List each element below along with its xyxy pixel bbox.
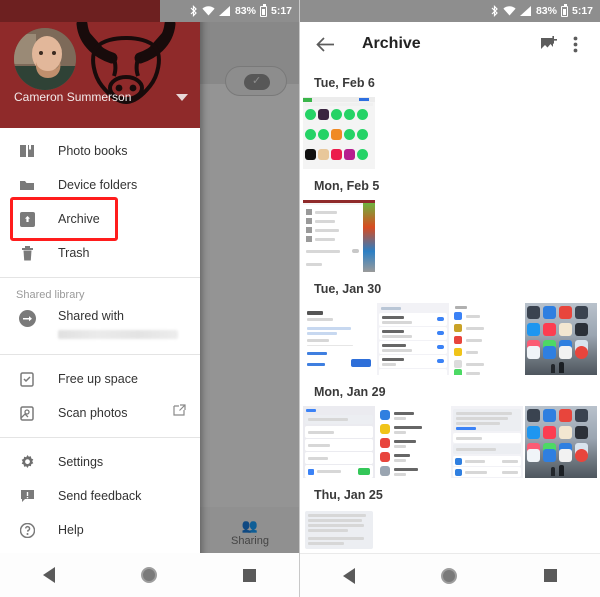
android-nav-bar (300, 553, 600, 597)
home-circle-icon[interactable] (441, 567, 458, 584)
signal-icon (218, 6, 231, 16)
navigation-drawer: Cameron Summerson Photo books Device fol… (0, 0, 200, 597)
date-header: Mon, Feb 5 (314, 179, 380, 193)
archive-content[interactable]: Tue, Feb 6 Mon, Feb 5 Tue, Jan 30 Mon, J… (300, 66, 600, 553)
sidebar-item-archive[interactable]: Archive (0, 197, 200, 241)
shared-library-section-label: Shared library (16, 289, 85, 301)
sidebar-item-device-folders[interactable]: Device folders (0, 168, 200, 202)
list-item[interactable] (451, 303, 523, 375)
shared-with-blurred-name (58, 330, 178, 339)
sidebar-item-label: Photo books (58, 144, 128, 158)
list-item[interactable] (303, 97, 375, 169)
thumb-row (300, 97, 600, 169)
status-bar: 83% 5:17 (300, 0, 600, 22)
date-header: Mon, Jan 29 (314, 385, 386, 399)
sidebar-item-label: Trash (58, 246, 90, 260)
sidebar-item-settings[interactable]: Settings (0, 445, 200, 479)
free-up-space-icon (16, 368, 38, 390)
scan-photos-icon (16, 402, 38, 424)
sidebar-item-label: Free up space (58, 372, 138, 386)
battery-icon (259, 3, 267, 17)
gear-icon (16, 451, 38, 473)
archive-icon (16, 208, 38, 230)
battery-icon (560, 3, 568, 17)
divider (0, 354, 200, 355)
status-bar: 83% 5:17 (0, 0, 299, 22)
shared-with-label: Shared with (58, 309, 125, 323)
list-item[interactable] (525, 406, 597, 478)
sidebar-item-label: Scan photos (58, 406, 128, 420)
bluetooth-icon (490, 5, 499, 17)
feedback-icon (16, 485, 38, 507)
recents-square-icon[interactable] (543, 569, 557, 582)
sidebar-item-scan-photos[interactable]: Scan photos (0, 396, 200, 430)
date-header: Tue, Jan 30 (314, 282, 382, 296)
bluetooth-icon (189, 5, 198, 17)
sidebar-item-photo-books[interactable]: Photo books (0, 134, 200, 168)
sidebar-item-label: Archive (58, 212, 100, 226)
list-item[interactable] (303, 303, 375, 375)
recents-square-icon[interactable] (243, 568, 256, 582)
help-icon (16, 519, 38, 541)
right-phone-screen: 83% 5:17 Archive Tue, Feb 6 Mon, Feb 5 T… (300, 0, 600, 597)
date-header: Thu, Jan 25 (314, 488, 383, 502)
unarchive-photo-icon[interactable] (536, 31, 562, 57)
list-item[interactable] (451, 406, 523, 478)
android-nav-bar (0, 553, 299, 597)
arrow-back-icon[interactable] (312, 31, 338, 57)
sidebar-item-shared-with[interactable]: Shared with (0, 307, 200, 347)
sidebar-item-free-up-space[interactable]: Free up space (0, 362, 200, 396)
thumb-row (300, 509, 600, 553)
list-item[interactable] (377, 406, 449, 478)
shared-icon (16, 307, 38, 329)
trash-icon (16, 242, 38, 264)
clock: 5:17 (571, 5, 593, 17)
photo-book-icon (16, 140, 38, 162)
date-header: Tue, Feb 6 (314, 76, 375, 90)
list-item[interactable] (525, 303, 597, 375)
sidebar-item-label: Device folders (58, 178, 138, 192)
battery-percent: 83% (535, 5, 557, 17)
thumb-row (300, 200, 600, 272)
thumb-row (300, 406, 600, 478)
more-vert-icon[interactable] (562, 31, 588, 57)
clock: 5:17 (270, 5, 292, 17)
external-link-icon (173, 404, 186, 422)
sidebar-item-label: Send feedback (58, 489, 142, 503)
divider (0, 277, 200, 278)
divider (0, 437, 200, 438)
wifi-icon (202, 6, 215, 16)
sidebar-item-trash[interactable]: Trash (0, 236, 200, 270)
app-bar: Archive (300, 22, 600, 66)
wifi-icon (503, 6, 516, 16)
signal-icon (519, 6, 532, 16)
left-phone-screen: 👥 Sharing (0, 0, 300, 597)
thumb-row (300, 303, 600, 375)
chevron-down-icon[interactable] (176, 94, 188, 101)
home-circle-icon[interactable] (141, 567, 157, 583)
list-item[interactable] (303, 406, 375, 478)
page-title: Archive (362, 35, 421, 52)
list-item[interactable] (303, 509, 375, 553)
sidebar-item-help[interactable]: Help (0, 513, 200, 547)
list-item[interactable] (303, 200, 375, 272)
two-phone-screenshots: 👥 Sharing (0, 0, 600, 597)
list-item[interactable] (377, 303, 449, 375)
back-triangle-icon[interactable] (43, 567, 55, 583)
avatar[interactable] (14, 28, 76, 90)
drawer-menu: Photo books Device folders Archive Trash… (0, 128, 200, 597)
account-name: Cameron Summerson (14, 90, 132, 104)
battery-percent: 83% (234, 5, 256, 17)
sidebar-item-label: Settings (58, 455, 104, 469)
sidebar-item-label: Help (58, 523, 84, 537)
sidebar-item-send-feedback[interactable]: Send feedback (0, 479, 200, 513)
back-triangle-icon[interactable] (343, 567, 356, 584)
folder-icon (16, 174, 38, 196)
